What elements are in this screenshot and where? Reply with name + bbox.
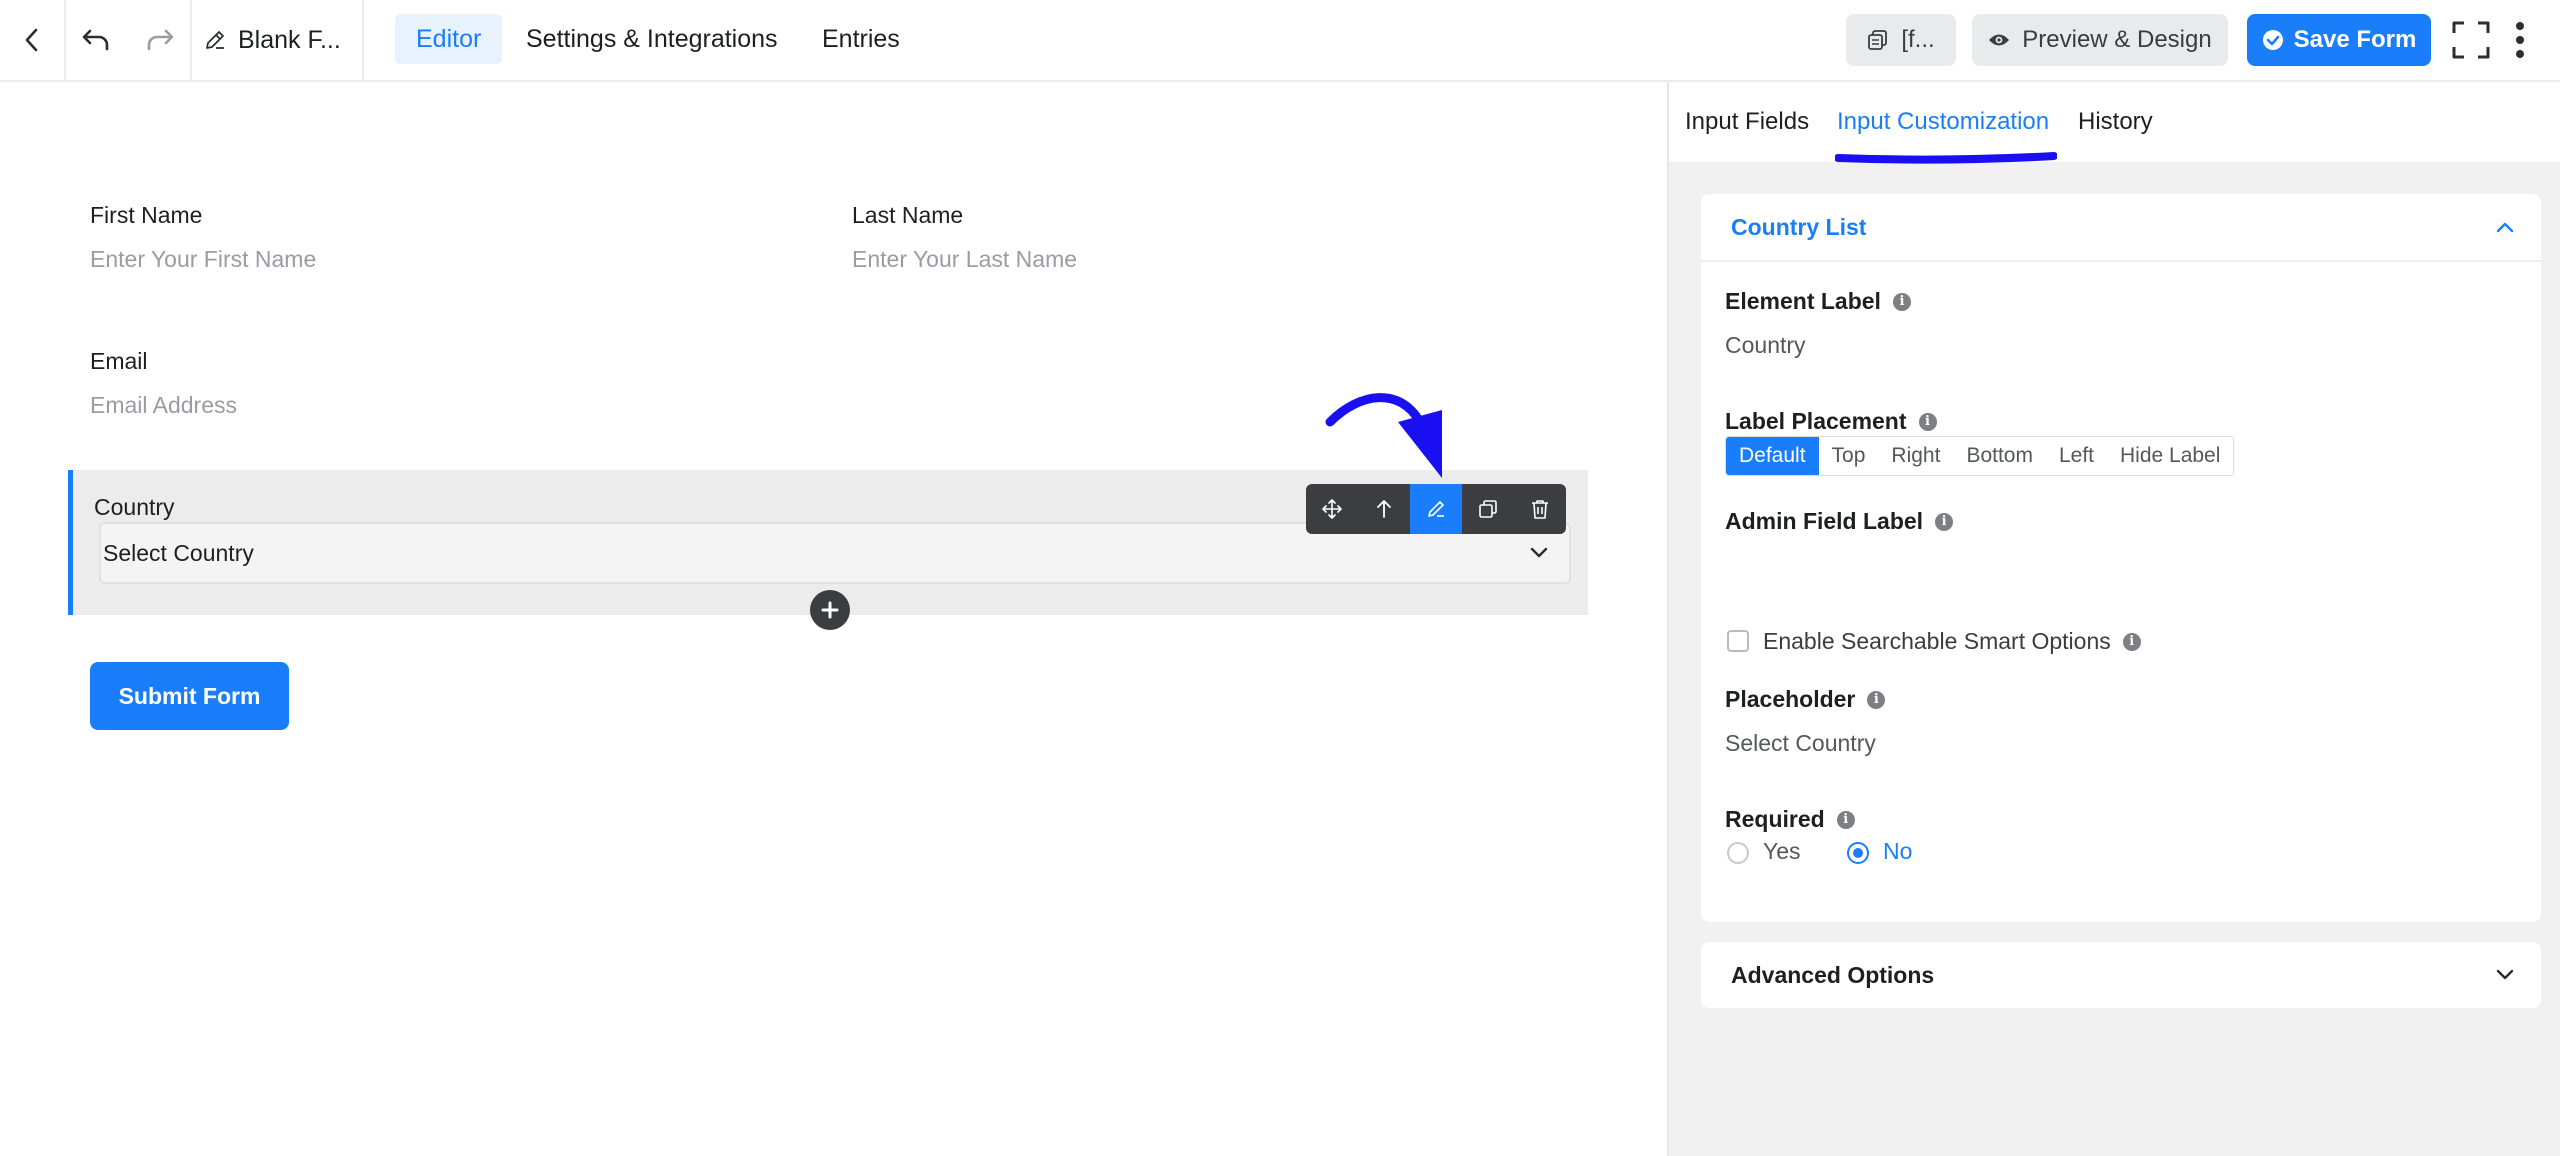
back-button[interactable] [0, 0, 64, 80]
top-bar: Blank F... Editor Settings & Integration… [0, 0, 2560, 82]
trash-icon [1532, 500, 1548, 519]
email-input[interactable]: Email Address [90, 392, 237, 419]
first-name-input[interactable]: Enter Your First Name [90, 246, 316, 273]
tab-input-customization[interactable]: Input Customization [1837, 108, 2049, 136]
shortcode-text: [f... [1901, 26, 1935, 53]
label-placement-label: Label Placement i [1725, 408, 1937, 435]
save-form-button[interactable]: Save Form [2247, 14, 2431, 66]
required-label: Required i [1725, 806, 1855, 833]
placeholder-input[interactable]: Select Country [1725, 730, 1876, 757]
placeholder-label: Placeholder i [1725, 686, 1886, 713]
panel-tabs: Input Fields Input Customization History [1669, 82, 2560, 164]
info-icon[interactable]: i [1935, 512, 1954, 531]
more-menu-button[interactable] [2500, 0, 2540, 80]
required-label-text: Required [1725, 806, 1825, 832]
move-up-button[interactable] [1358, 484, 1410, 534]
advanced-options-card[interactable]: Advanced Options [1701, 942, 2541, 1008]
pencil-icon [1428, 501, 1444, 517]
country-select-value: Select Country [103, 539, 254, 566]
eye-icon [1989, 34, 2010, 46]
tab-history[interactable]: History [2078, 108, 2153, 136]
info-icon[interactable]: i [1867, 690, 1886, 709]
undo-button[interactable] [66, 0, 126, 80]
divider [190, 0, 192, 80]
placement-hide-label[interactable]: Hide Label [2107, 437, 2234, 475]
advanced-options-title: Advanced Options [1731, 961, 1935, 988]
label-placement-text: Label Placement [1725, 408, 1907, 434]
active-tab-underline [1835, 152, 2057, 164]
country-label: Country [94, 494, 175, 520]
chevron-down-icon [2496, 969, 2514, 980]
shortcode-button[interactable]: [f... [1846, 14, 1956, 66]
more-vertical-icon [2516, 22, 2524, 58]
info-icon[interactable]: i [1892, 292, 1911, 311]
placement-top[interactable]: Top [1818, 437, 1879, 475]
tab-editor[interactable]: Editor [395, 14, 503, 64]
element-label-input[interactable]: Country [1725, 332, 1806, 359]
info-icon[interactable]: i [2122, 632, 2141, 651]
info-icon[interactable]: i [1918, 412, 1937, 431]
chevron-left-icon [25, 28, 38, 52]
placement-left[interactable]: Left [2045, 437, 2107, 475]
annotation-arrow-icon [1325, 393, 1442, 478]
redo-icon [147, 29, 174, 51]
add-field-button[interactable] [810, 590, 850, 630]
form-title-text: Blank F... [238, 25, 341, 54]
submit-form-button[interactable]: Submit Form [90, 662, 289, 730]
tab-entries[interactable]: Entries [801, 14, 921, 64]
required-no-radio[interactable] [1847, 842, 1869, 864]
plus-icon [821, 601, 839, 619]
fullscreen-icon [2452, 21, 2490, 59]
fullscreen-button[interactable] [2446, 0, 2496, 80]
searchable-option-label: Enable Searchable Smart Options i [1763, 628, 2141, 655]
last-name-input[interactable]: Enter Your Last Name [852, 246, 1077, 273]
delete-field-button[interactable] [1514, 484, 1566, 534]
move-field-button[interactable] [1306, 484, 1358, 534]
chevron-down-icon [1530, 547, 1548, 558]
copy-icon [1479, 500, 1497, 518]
email-label: Email [90, 348, 148, 374]
arrow-up-icon [1377, 500, 1391, 518]
required-no-label: No [1883, 838, 1913, 864]
duplicate-field-button[interactable] [1462, 484, 1514, 534]
placement-bottom[interactable]: Bottom [1953, 437, 2046, 475]
info-icon[interactable]: i [1836, 810, 1855, 829]
check-circle-icon [2262, 30, 2283, 50]
advanced-options-header[interactable]: Advanced Options [1701, 942, 2541, 1008]
admin-field-label-label: Admin Field Label i [1725, 508, 1954, 535]
required-yes-label: Yes [1763, 838, 1801, 864]
element-label-label: Element Label i [1725, 288, 1911, 315]
edit-field-button[interactable] [1410, 484, 1462, 534]
admin-field-label-text: Admin Field Label [1725, 508, 1924, 534]
placement-default[interactable]: Default [1726, 437, 1819, 475]
searchable-checkbox[interactable] [1727, 630, 1749, 652]
settings-panel: Input Fields Input Customization History… [1667, 82, 2560, 1156]
placeholder-label-text: Placeholder [1725, 686, 1856, 712]
tab-input-fields[interactable]: Input Fields [1685, 108, 1809, 136]
redo-button[interactable] [130, 0, 190, 80]
country-list-title: Country List [1731, 213, 1867, 240]
required-yes-radio[interactable] [1727, 842, 1749, 864]
last-name-label: Last Name [852, 202, 964, 228]
move-icon [1322, 499, 1342, 519]
chevron-up-icon [2496, 222, 2514, 233]
field-toolbar [1306, 484, 1566, 534]
searchable-label-text: Enable Searchable Smart Options [1763, 628, 2111, 654]
preview-design-button[interactable]: Preview & Design [1972, 14, 2228, 66]
first-name-label: First Name [90, 202, 203, 228]
country-list-header[interactable]: Country List [1701, 194, 2541, 262]
undo-icon [82, 29, 109, 51]
tab-settings-integrations[interactable]: Settings & Integrations [505, 14, 799, 64]
copy-icon [1868, 30, 1888, 50]
placement-right[interactable]: Right [1878, 437, 1954, 475]
form-title[interactable]: Blank F... [204, 0, 341, 80]
admin-field-label-input[interactable] [1725, 552, 2505, 592]
pencil-icon [206, 31, 224, 49]
divider [362, 0, 364, 80]
label-placement-options: Default Top Right Bottom Left Hide Label [1725, 436, 2235, 476]
save-form-label: Save Form [2293, 26, 2417, 53]
element-label-text: Element Label [1725, 288, 1881, 314]
preview-label: Preview & Design [2022, 26, 2212, 53]
